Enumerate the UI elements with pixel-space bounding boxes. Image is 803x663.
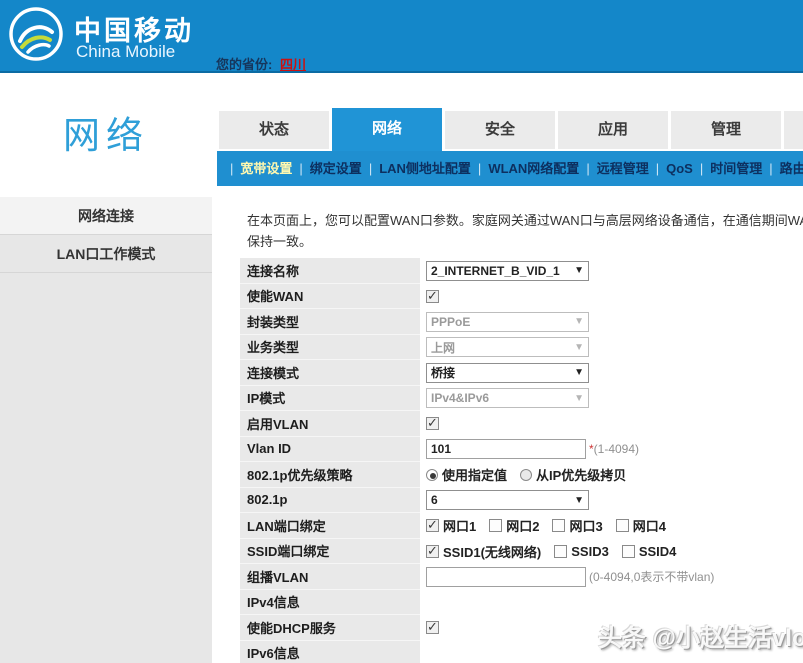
form-row-vlan-id: Vlan ID *(1-4094) — [240, 437, 803, 463]
section-label-ipv6: IPv6信息 — [240, 641, 420, 663]
encapsulation-select: PPPoE ▼ — [426, 312, 589, 332]
sidebar-item-network-connection[interactable]: 网络连接 — [0, 197, 212, 235]
dropdown-arrow-icon: ▼ — [574, 393, 584, 404]
submenu-separator: | — [299, 161, 302, 176]
lan-port1-checkbox[interactable] — [426, 519, 439, 532]
dropdown-arrow-icon: ▼ — [574, 495, 584, 506]
service-type-select: 上网 ▼ — [426, 337, 589, 357]
radio-use-specified-value[interactable] — [426, 469, 438, 481]
tab-management[interactable]: 管理 — [671, 111, 781, 149]
enable-wan-checkbox[interactable] — [426, 290, 439, 303]
description-line-1: 在本页面上，您可以配置WAN口参数。家庭网关通过WAN口与高层网络设备通信，在通… — [247, 210, 803, 231]
tab-partial[interactable] — [784, 111, 803, 149]
form-row-enable-vlan: 启用VLAN — [240, 411, 803, 437]
multicast-vlan-input[interactable] — [426, 567, 586, 587]
ssid1-checkbox[interactable] — [426, 545, 439, 558]
submenu-item-lan-address[interactable]: LAN侧地址配置 — [379, 161, 471, 176]
radio-copy-from-ip-priority[interactable] — [520, 469, 532, 481]
lan-port2-checkbox[interactable] — [489, 519, 502, 532]
form-row-ip-mode: IP模式 IPv4&IPv6 ▼ — [240, 386, 803, 412]
field-label: 连接名称 — [240, 258, 420, 284]
sidebar-section-title: 网络 — [0, 105, 212, 159]
form-row-ssid-binding: SSID端口绑定 SSID1(无线网络) SSID3 SSID4 — [240, 539, 803, 565]
province-link[interactable]: 四川 — [280, 57, 306, 72]
province-indicator: 您的省份: 四川 — [216, 54, 306, 73]
ip-mode-select: IPv4&IPv6 ▼ — [426, 388, 589, 408]
submenu-separator: | — [769, 161, 772, 176]
field-label: 启用VLAN — [240, 411, 420, 437]
lan-port4-checkbox[interactable] — [616, 519, 629, 532]
tab-network[interactable]: 网络 — [332, 108, 442, 152]
china-mobile-logo-icon — [8, 6, 64, 62]
form-row-ipv4-section: IPv4信息 — [240, 590, 803, 616]
app-header: 中国移动 China Mobile 您的省份: 四川 — [0, 0, 803, 73]
tab-application[interactable]: 应用 — [558, 111, 668, 149]
submenu-separator: | — [478, 161, 481, 176]
form-row-8021p: 802.1p 6 ▼ — [240, 488, 803, 514]
tab-status[interactable]: 状态 — [219, 111, 329, 149]
8021p-select[interactable]: 6 ▼ — [426, 490, 589, 510]
form-row-enable-wan: 使能WAN — [240, 284, 803, 310]
brand-name-en: China Mobile — [76, 42, 175, 62]
top-tab-bar: 状态 网络 安全 应用 管理 — [219, 111, 803, 155]
submenu-separator: | — [586, 161, 589, 176]
field-label: SSID端口绑定 — [240, 539, 420, 565]
lan-port3-checkbox[interactable] — [552, 519, 565, 532]
field-label: 使能DHCP服务 — [240, 615, 420, 641]
toutiao-watermark: 头条 @小赵生活vlog — [598, 618, 803, 653]
field-label: 802.1p — [240, 488, 420, 514]
dropdown-arrow-icon: ▼ — [574, 316, 584, 327]
submenu-separator: | — [700, 161, 703, 176]
submenu-item-time-mgmt[interactable]: 时间管理 — [710, 161, 762, 176]
submenu-separator: | — [656, 161, 659, 176]
multicast-vlan-hint: (0-4094,0表示不带vlan) — [589, 568, 714, 585]
submenu-separator: | — [369, 161, 372, 176]
submenu-item-binding[interactable]: 绑定设置 — [310, 161, 362, 176]
submenu-item-routing[interactable]: 路由配置 — [780, 161, 803, 176]
submenu-item-broadband[interactable]: 宽带设置 — [240, 161, 292, 176]
field-label: LAN端口绑定 — [240, 513, 420, 539]
field-label: 业务类型 — [240, 335, 420, 361]
ssid4-checkbox[interactable] — [622, 545, 635, 558]
submenu-item-remote-mgmt[interactable]: 远程管理 — [597, 161, 649, 176]
dropdown-arrow-icon: ▼ — [574, 367, 584, 378]
wan-config-form: 连接名称 2_INTERNET_B_VID_1 ▼ 使能WAN 封装类型 PPP… — [240, 258, 803, 663]
tab-security[interactable]: 安全 — [445, 111, 555, 149]
submenu-item-wlan[interactable]: WLAN网络配置 — [488, 161, 579, 176]
form-row-lan-port-binding: LAN端口绑定 网口1 网口2 网口3 网口4 — [240, 513, 803, 539]
page-description: 在本页面上，您可以配置WAN口参数。家庭网关通过WAN口与高层网络设备通信，在通… — [247, 210, 803, 252]
form-row-8021p-policy: 802.1p优先级策略 使用指定值 从IP优先级拷贝 — [240, 462, 803, 488]
field-label: Vlan ID — [240, 437, 420, 463]
field-label: 组播VLAN — [240, 564, 420, 590]
vlan-id-input[interactable] — [426, 439, 586, 459]
connection-name-select[interactable]: 2_INTERNET_B_VID_1 ▼ — [426, 261, 589, 281]
form-row-connection-name: 连接名称 2_INTERNET_B_VID_1 ▼ — [240, 258, 803, 284]
field-label: 使能WAN — [240, 284, 420, 310]
field-label: 802.1p优先级策略 — [240, 462, 420, 488]
submenu-separator: | — [230, 161, 233, 176]
section-label-ipv4: IPv4信息 — [240, 590, 420, 616]
field-label: 封装类型 — [240, 309, 420, 335]
form-row-service-type: 业务类型 上网 ▼ — [240, 335, 803, 361]
description-line-2: 保持一致。 — [247, 231, 803, 252]
sidebar-item-lan-work-mode[interactable]: LAN口工作模式 — [0, 235, 212, 273]
enable-dhcp-checkbox[interactable] — [426, 621, 439, 634]
field-label: 连接模式 — [240, 360, 420, 386]
submenu-bar: | 宽带设置 | 绑定设置 | LAN侧地址配置 | WLAN网络配置 | 远程管理 | QoS | 时间… — [217, 151, 803, 186]
vlan-id-hint: *(1-4094) — [589, 442, 639, 456]
router-config-page: 中国移动 China Mobile 您的省份: 四川 网络 网络连接 LAN口工… — [0, 0, 803, 663]
field-label: IP模式 — [240, 386, 420, 412]
enable-vlan-checkbox[interactable] — [426, 417, 439, 430]
dropdown-arrow-icon: ▼ — [574, 265, 584, 276]
submenu-item-qos[interactable]: QoS — [666, 161, 693, 176]
form-row-encapsulation: 封装类型 PPPoE ▼ — [240, 309, 803, 335]
province-label: 您的省份: — [216, 57, 272, 72]
form-row-multicast-vlan: 组播VLAN (0-4094,0表示不带vlan) — [240, 564, 803, 590]
ssid3-checkbox[interactable] — [554, 545, 567, 558]
connection-mode-select[interactable]: 桥接 ▼ — [426, 363, 589, 383]
sidebar: 网络 网络连接 LAN口工作模式 — [0, 75, 212, 663]
form-row-connection-mode: 连接模式 桥接 ▼ — [240, 360, 803, 386]
sidebar-items: 网络连接 LAN口工作模式 — [0, 197, 212, 663]
dropdown-arrow-icon: ▼ — [574, 342, 584, 353]
